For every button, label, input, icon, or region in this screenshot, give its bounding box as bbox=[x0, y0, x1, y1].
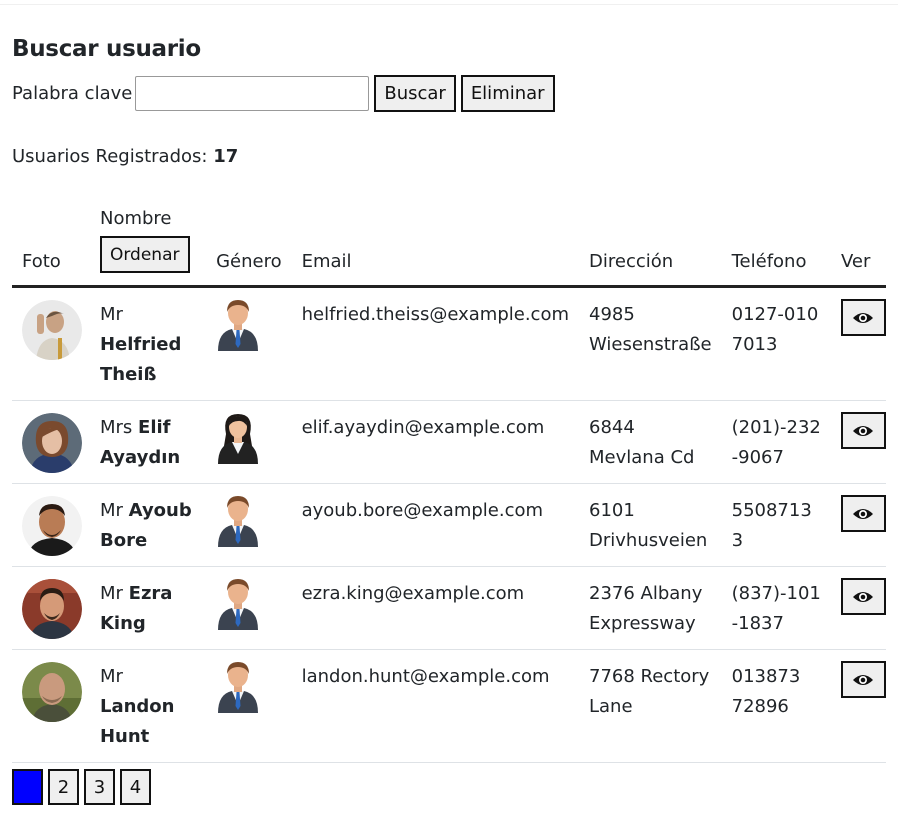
header-telefono: Teléfono bbox=[721, 204, 831, 288]
cell-foto bbox=[12, 483, 100, 567]
cell-nombre: Mrs Elif Ayaydın bbox=[99, 400, 213, 484]
cell-nombre: Mr Ayoub Bore bbox=[99, 483, 213, 567]
header-nombre-label: Nombre bbox=[99, 208, 172, 229]
page-button-2[interactable]: 2 bbox=[48, 769, 79, 805]
cell-telefono: (837)-101-1837 bbox=[721, 566, 831, 650]
cell-telefono: 55087133 bbox=[721, 483, 831, 567]
user-title: Mr bbox=[99, 583, 123, 604]
cell-telefono: (201)-232-9067 bbox=[721, 400, 831, 484]
pagination: 1 2 3 4 bbox=[12, 769, 156, 805]
cell-nombre: Mr Helfried Theiß bbox=[99, 286, 213, 401]
cell-foto bbox=[12, 649, 100, 763]
cell-ver bbox=[830, 286, 886, 401]
cell-direccion: 6844 Mevlana Cd bbox=[579, 400, 722, 484]
clear-button[interactable]: Eliminar bbox=[460, 75, 555, 112]
cell-email: ayoub.bore@example.com bbox=[291, 483, 579, 567]
cell-email: helfried.theiss@example.com bbox=[291, 286, 579, 401]
cell-direccion: 6101 Drivhusveien bbox=[579, 483, 722, 567]
cell-email: ezra.king@example.com bbox=[291, 566, 579, 650]
cell-direccion: 4985 Wiesenstraße bbox=[579, 286, 722, 401]
male-businessman-icon bbox=[218, 662, 259, 713]
user-photo-avatar bbox=[22, 413, 82, 473]
sort-button[interactable]: Ordenar bbox=[99, 236, 190, 273]
user-photo-avatar bbox=[22, 300, 82, 360]
user-title: Mrs bbox=[99, 417, 133, 438]
eye-icon bbox=[853, 508, 874, 519]
header-nombre: Nombre Ordenar bbox=[99, 204, 213, 288]
page-button-3[interactable]: 3 bbox=[84, 769, 115, 805]
registered-users: Usuarios Registrados: 17 bbox=[12, 146, 238, 167]
keyword-input[interactable] bbox=[135, 76, 370, 111]
user-name: Helfried Theiß bbox=[99, 334, 182, 385]
view-user-button[interactable] bbox=[840, 412, 886, 449]
header-genero: Género bbox=[212, 204, 292, 288]
page-button-1[interactable]: 1 bbox=[12, 769, 43, 805]
cell-nombre: Mr Ezra King bbox=[99, 566, 213, 650]
user-title: Mr bbox=[99, 500, 123, 521]
cell-ver bbox=[830, 649, 886, 763]
eye-icon bbox=[853, 312, 874, 323]
cell-genero bbox=[212, 286, 292, 401]
cell-foto bbox=[12, 400, 100, 484]
keyword-label: Palabra clave bbox=[12, 83, 133, 104]
female-businesswoman-icon bbox=[218, 414, 259, 464]
table-row: Mrs Elif Ayaydın elif.ayaydin@example.co… bbox=[12, 400, 886, 484]
male-businessman-icon bbox=[218, 300, 259, 351]
cell-ver bbox=[830, 566, 886, 650]
cell-telefono: 0127-0107013 bbox=[721, 286, 831, 401]
cell-ver bbox=[830, 483, 886, 567]
cell-foto bbox=[12, 286, 100, 401]
cell-foto bbox=[12, 566, 100, 650]
view-user-button[interactable] bbox=[840, 661, 886, 698]
male-businessman-icon bbox=[218, 579, 259, 630]
user-photo-avatar bbox=[22, 662, 82, 722]
table-row: Mr Ayoub Bore ayoub.bore@example.com 610… bbox=[12, 483, 886, 567]
header-ver: Ver bbox=[830, 204, 886, 288]
cell-direccion: 7768 Rectory Lane bbox=[579, 649, 722, 763]
search-bar: Palabra clave Buscar Eliminar bbox=[12, 75, 560, 112]
page-button-4[interactable]: 4 bbox=[120, 769, 151, 805]
header-email: Email bbox=[291, 204, 579, 288]
registered-label: Usuarios Registrados: bbox=[12, 146, 208, 167]
user-photo-avatar bbox=[22, 496, 82, 556]
search-button[interactable]: Buscar bbox=[374, 75, 456, 112]
cell-genero bbox=[212, 483, 292, 567]
table-row: Mr Ezra King ezra.king@example.com 2376 … bbox=[12, 566, 886, 650]
eye-icon bbox=[853, 591, 874, 602]
cell-email: landon.hunt@example.com bbox=[291, 649, 579, 763]
view-user-button[interactable] bbox=[840, 299, 886, 336]
top-border bbox=[0, 4, 898, 5]
eye-icon bbox=[853, 674, 874, 685]
header-foto: Foto bbox=[12, 204, 100, 288]
user-title: Mr bbox=[99, 304, 123, 325]
eye-icon bbox=[853, 425, 874, 436]
user-photo-avatar bbox=[22, 579, 82, 639]
cell-direccion: 2376 Albany Expressway bbox=[579, 566, 722, 650]
cell-ver bbox=[830, 400, 886, 484]
cell-nombre: Mr Landon Hunt bbox=[99, 649, 213, 763]
table-row: Mr Helfried Theiß helfried.theiss@exampl… bbox=[12, 286, 886, 401]
cell-telefono: 013873 72896 bbox=[721, 649, 831, 763]
cell-email: elif.ayaydin@example.com bbox=[291, 400, 579, 484]
user-name: Landon Hunt bbox=[99, 696, 175, 747]
user-title: Mr bbox=[99, 666, 123, 687]
male-businessman-icon bbox=[218, 496, 259, 547]
page-title: Buscar usuario bbox=[12, 36, 201, 62]
view-user-button[interactable] bbox=[840, 495, 886, 532]
header-direccion: Dirección bbox=[579, 204, 722, 288]
table-header-row: Foto Nombre Ordenar Género Email Direcci… bbox=[12, 204, 886, 288]
cell-genero bbox=[212, 400, 292, 484]
view-user-button[interactable] bbox=[840, 578, 886, 615]
table-row: Mr Landon Hunt landon.hunt@example.com 7… bbox=[12, 649, 886, 763]
cell-genero bbox=[212, 566, 292, 650]
cell-genero bbox=[212, 649, 292, 763]
registered-count: 17 bbox=[213, 146, 239, 167]
users-table: Foto Nombre Ordenar Género Email Direcci… bbox=[12, 204, 886, 763]
